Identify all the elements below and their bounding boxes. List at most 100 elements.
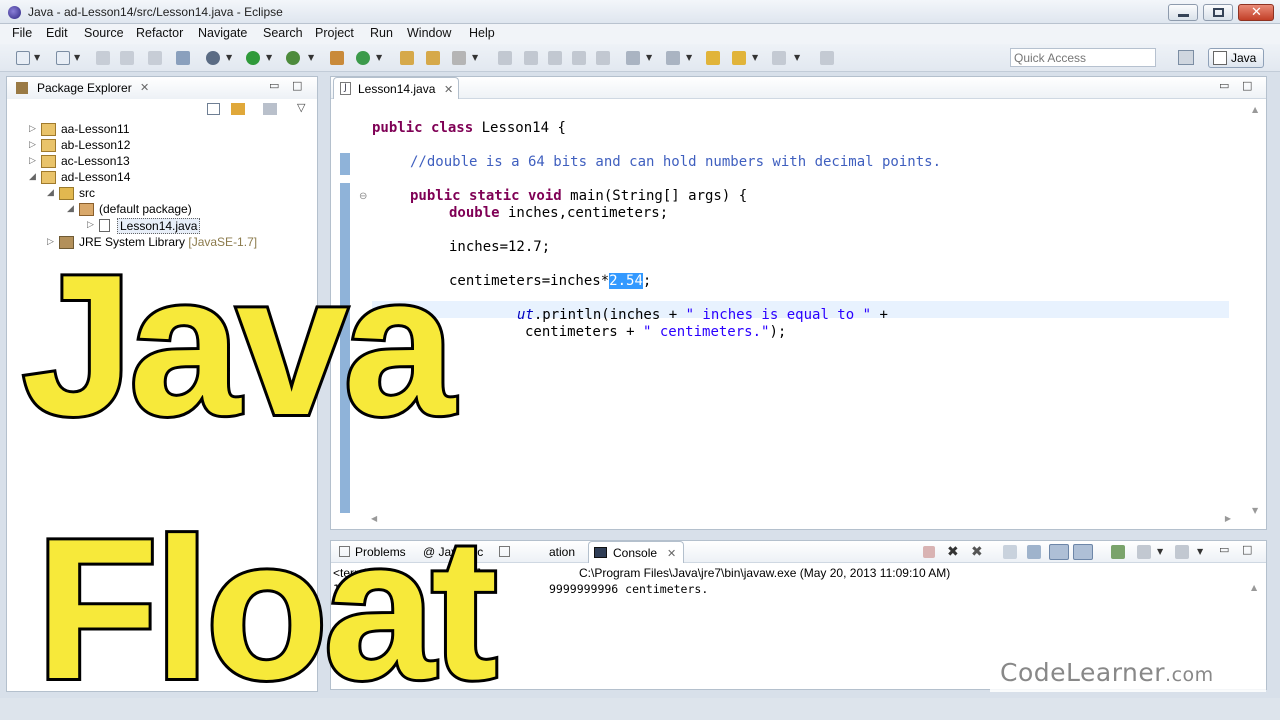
run-icon[interactable] bbox=[246, 51, 260, 65]
tab-declaration-label[interactable]: ation bbox=[549, 545, 575, 559]
menu-window[interactable]: Window bbox=[407, 26, 451, 40]
scroll-down-icon[interactable]: ▼ bbox=[1252, 506, 1258, 515]
scroll-lock-icon[interactable] bbox=[1027, 545, 1041, 559]
chevron-down-icon[interactable]: ▼ bbox=[376, 53, 382, 62]
new-icon[interactable] bbox=[16, 51, 30, 65]
show-whitespace-icon[interactable] bbox=[572, 51, 586, 65]
maximize-view-icon[interactable]: □ bbox=[292, 79, 302, 92]
annotation-icon[interactable] bbox=[548, 51, 562, 65]
prev-annotation-icon[interactable] bbox=[666, 51, 680, 65]
minimize-view-icon[interactable]: ▭ bbox=[1219, 543, 1229, 556]
code-line: ut.println(inches + " inches is equal to… bbox=[517, 307, 888, 323]
tab-console[interactable]: Console ✕ bbox=[588, 541, 684, 563]
chevron-down-icon[interactable]: ▼ bbox=[752, 53, 758, 62]
quick-access-input[interactable]: Quick Access bbox=[1010, 48, 1156, 67]
horizontal-scrollbar[interactable]: ◀ ▶ bbox=[371, 513, 1231, 525]
editor-tab-lesson14[interactable]: J Lesson14.java ✕ bbox=[333, 77, 459, 99]
link-with-editor-icon[interactable] bbox=[231, 103, 245, 115]
print-icon[interactable] bbox=[148, 51, 162, 65]
chevron-down-icon[interactable]: ▼ bbox=[472, 53, 478, 62]
collapse-all-icon[interactable] bbox=[207, 103, 220, 115]
new-file-icon[interactable] bbox=[56, 51, 70, 65]
chevron-down-icon[interactable]: ▼ bbox=[1157, 547, 1163, 556]
menu-run[interactable]: Run bbox=[370, 26, 393, 40]
menu-help[interactable]: Help bbox=[469, 26, 495, 40]
pin-icon[interactable] bbox=[498, 51, 512, 65]
expand-icon[interactable]: ▷ bbox=[87, 219, 94, 230]
maximize-view-icon[interactable]: □ bbox=[1242, 79, 1252, 92]
chevron-down-icon[interactable]: ▼ bbox=[308, 53, 314, 62]
java-perspective-button[interactable]: Java bbox=[1208, 48, 1264, 68]
chevron-down-icon[interactable]: ▼ bbox=[74, 53, 80, 62]
maximize-view-icon[interactable]: □ bbox=[1242, 543, 1252, 556]
display-console-icon[interactable] bbox=[1137, 545, 1151, 559]
close-icon[interactable]: ✕ bbox=[444, 83, 453, 96]
remove-launch-icon[interactable]: ✖ bbox=[947, 544, 961, 560]
pin-editor-icon[interactable] bbox=[820, 51, 834, 65]
chevron-down-icon[interactable]: ▼ bbox=[686, 53, 692, 62]
mark-icon[interactable] bbox=[524, 51, 538, 65]
menu-project[interactable]: Project bbox=[315, 26, 354, 40]
open-perspective-icon[interactable] bbox=[1178, 50, 1194, 65]
chevron-down-icon[interactable]: ▼ bbox=[794, 53, 800, 62]
chevron-down-icon[interactable]: ▼ bbox=[226, 53, 232, 62]
code-keyword: public static void bbox=[410, 188, 562, 204]
show-stdout-icon[interactable] bbox=[1049, 544, 1069, 560]
menu-navigate[interactable]: Navigate bbox=[198, 26, 247, 40]
coverage-icon[interactable] bbox=[286, 51, 300, 65]
minimize-view-icon[interactable]: ▭ bbox=[269, 79, 279, 92]
block-select-icon[interactable] bbox=[596, 51, 610, 65]
menu-refactor[interactable]: Refactor bbox=[136, 26, 183, 40]
close-window-button[interactable]: ✕ bbox=[1238, 4, 1274, 21]
close-icon[interactable]: ✕ bbox=[140, 81, 149, 94]
new-class-icon[interactable] bbox=[356, 51, 370, 65]
filter-icon[interactable] bbox=[263, 103, 277, 115]
expand-icon[interactable]: ▷ bbox=[29, 155, 36, 166]
menu-source[interactable]: Source bbox=[84, 26, 124, 40]
chevron-down-icon[interactable]: ▼ bbox=[646, 53, 652, 62]
menu-file[interactable]: File bbox=[12, 26, 32, 40]
collapse-icon[interactable]: ◢ bbox=[47, 187, 54, 198]
scroll-up-icon[interactable]: ▲ bbox=[1252, 105, 1258, 114]
pin-console-icon[interactable] bbox=[1111, 545, 1125, 559]
clear-console-icon[interactable] bbox=[1003, 545, 1017, 559]
chevron-down-icon[interactable]: ▼ bbox=[1197, 547, 1203, 556]
view-menu-icon[interactable]: ▽ bbox=[297, 101, 305, 114]
chevron-down-icon[interactable]: ▼ bbox=[34, 53, 40, 62]
menu-search[interactable]: Search bbox=[263, 26, 303, 40]
terminate-icon[interactable] bbox=[923, 546, 935, 558]
debug-icon[interactable] bbox=[206, 51, 220, 65]
expand-icon[interactable]: ▷ bbox=[29, 123, 36, 134]
scroll-up-icon[interactable]: ▲ bbox=[1251, 583, 1257, 592]
code-line: centimeters=inches*2.54; bbox=[449, 273, 651, 289]
open-folder-icon[interactable] bbox=[426, 51, 440, 65]
remove-all-icon[interactable]: ✖ bbox=[971, 544, 985, 560]
vertical-scrollbar[interactable]: ▲ ▼ bbox=[1250, 105, 1262, 515]
menu-edit[interactable]: Edit bbox=[46, 26, 68, 40]
show-stderr-icon[interactable] bbox=[1073, 544, 1093, 560]
minimize-button[interactable] bbox=[1168, 4, 1198, 21]
next-annotation-icon[interactable] bbox=[626, 51, 640, 65]
search-icon[interactable] bbox=[452, 51, 466, 65]
open-console-icon[interactable] bbox=[1175, 545, 1189, 559]
save-all-icon[interactable] bbox=[120, 51, 134, 65]
scroll-right-icon[interactable]: ▶ bbox=[1225, 514, 1231, 523]
code-area[interactable]: ⊖ public class Lesson14 { //double is a … bbox=[339, 105, 1229, 515]
expand-icon[interactable]: ▷ bbox=[29, 139, 36, 150]
close-icon[interactable]: ✕ bbox=[667, 547, 676, 560]
collapse-icon[interactable]: ◢ bbox=[67, 203, 74, 214]
minimize-view-icon[interactable]: ▭ bbox=[1219, 79, 1229, 92]
save-icon[interactable] bbox=[96, 51, 110, 65]
collapse-icon[interactable]: ◢ bbox=[29, 171, 36, 182]
forward-icon[interactable] bbox=[772, 51, 786, 65]
package-explorer-tab[interactable]: Package Explorer ✕ ▭ □ bbox=[7, 77, 317, 99]
fold-icon[interactable]: ⊖ bbox=[359, 191, 367, 202]
chevron-down-icon[interactable]: ▼ bbox=[266, 53, 272, 62]
back-icon[interactable] bbox=[732, 51, 746, 65]
package-explorer-icon bbox=[16, 82, 28, 94]
maximize-button[interactable] bbox=[1203, 4, 1233, 21]
last-edit-icon[interactable] bbox=[706, 51, 720, 65]
toggle-breadcrumb-icon[interactable] bbox=[176, 51, 190, 65]
open-type-icon[interactable] bbox=[400, 51, 414, 65]
new-java-project-icon[interactable] bbox=[330, 51, 344, 65]
